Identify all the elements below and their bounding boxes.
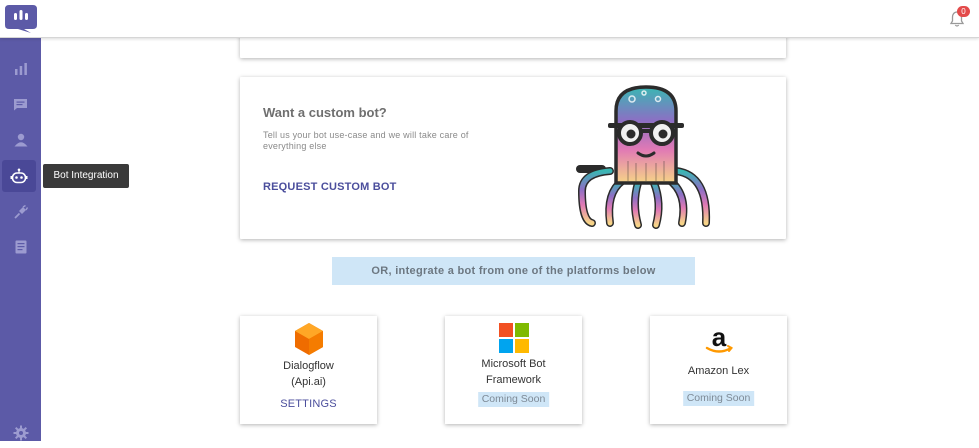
- sidebar-item-conversations[interactable]: [0, 89, 41, 119]
- request-custom-bot-link[interactable]: REQUEST CUSTOM BOT: [263, 181, 397, 193]
- octopus-mascot-icon: [576, 85, 711, 229]
- bar-chart-icon: [14, 63, 27, 75]
- coming-soon-badge: Coming Soon: [682, 391, 755, 406]
- sidebar-item-analytics[interactable]: [0, 54, 41, 84]
- custom-bot-description: Tell us your bot use-case and we will ta…: [263, 130, 469, 151]
- notification-badge: 0: [957, 6, 970, 17]
- platform-name-sub: Framework: [485, 374, 541, 386]
- microsoft-logo-icon: [498, 323, 529, 353]
- top-bar: 0: [0, 0, 979, 38]
- platform-card-microsoft[interactable]: Microsoft Bot Framework Coming Soon: [445, 316, 582, 424]
- sidebar-item-documents[interactable]: [0, 232, 41, 262]
- integration-icon: [13, 205, 28, 219]
- app-logo-icon[interactable]: [4, 3, 38, 33]
- bot-icon: [10, 168, 28, 184]
- sidebar-item-users[interactable]: [0, 125, 41, 155]
- platform-name: Microsoft Bot: [481, 358, 546, 370]
- custom-bot-card: Want a custom bot? Tell us your bot use-…: [240, 77, 786, 239]
- platforms-banner: OR, integrate a bot from one of the plat…: [332, 257, 695, 285]
- platform-name: Amazon Lex: [687, 365, 750, 377]
- sidebar-item-bot-integration[interactable]: [2, 160, 36, 192]
- gear-icon: [13, 425, 28, 441]
- sidebar-tooltip: Bot Integration: [43, 164, 129, 188]
- platform-card-amazon-lex[interactable]: a Amazon Lex Coming Soon: [650, 316, 787, 424]
- platform-card-dialogflow[interactable]: Dialogflow (Api.ai) SETTINGS: [240, 316, 377, 424]
- sidebar-item-settings[interactable]: [0, 418, 41, 448]
- amazon-logo-icon: a: [705, 324, 733, 353]
- dialogflow-settings-button[interactable]: SETTINGS: [240, 398, 377, 410]
- platform-name: Dialogflow: [283, 360, 334, 372]
- dialogflow-logo-icon: [294, 323, 323, 355]
- coming-soon-badge: Coming Soon: [477, 392, 550, 407]
- sidebar: [0, 38, 41, 441]
- sidebar-item-integrations[interactable]: [0, 197, 41, 227]
- svg-text:a: a: [711, 324, 726, 352]
- users-icon: [14, 133, 27, 147]
- platform-name-sub: (Api.ai): [291, 376, 326, 388]
- custom-bot-title: Want a custom bot?: [263, 105, 387, 120]
- chat-icon: [14, 98, 27, 110]
- document-icon: [15, 240, 26, 254]
